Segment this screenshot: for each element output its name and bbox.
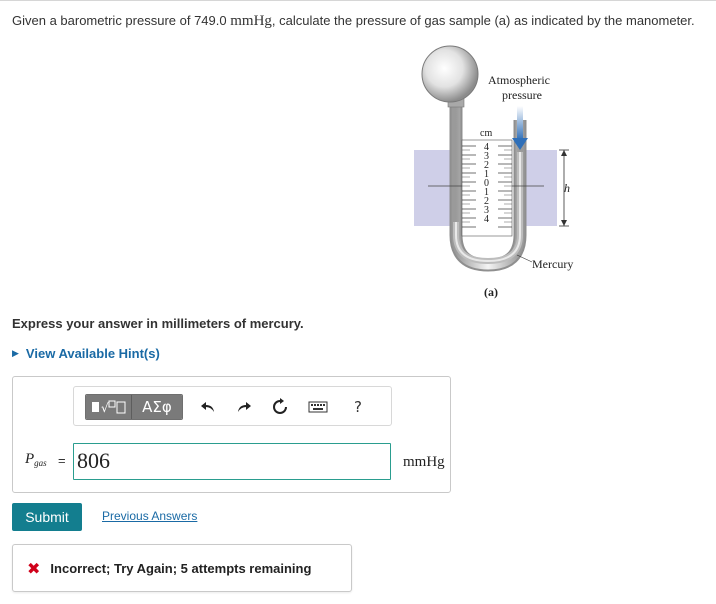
question-prefix: Given a barometric pressure of 749.0 [12,13,227,28]
hint-label: View Available Hint(s) [25,346,160,361]
previous-answers-link[interactable]: Previous Answers [102,509,197,523]
instruction-text: Express your answer in millimeters of me… [12,316,304,331]
scale-unit-label: cm [480,128,492,139]
manometer-diagram: cm 4 3 2 1 0 1 2 3 4 Atmospheric pressur… [414,45,573,299]
caret-right-icon: ▶ [12,348,19,358]
manometer-figure: cm 4 3 2 1 0 1 2 3 4 Atmospheric pressur… [410,40,590,305]
scale-tick-labels: 4 3 2 1 0 1 2 3 4 [484,142,489,225]
variable-main: P [25,451,35,467]
keyboard-icon[interactable] [308,397,328,417]
submit-button[interactable]: Submit [12,503,82,531]
gas-bulb [421,45,479,103]
question-unit: mmHg [230,13,272,29]
atmospheric-arrow-shaft [517,106,523,140]
answer-unit: mmHg [403,454,445,470]
equals-sign: = [58,453,66,468]
help-icon[interactable]: ? [348,397,368,417]
reset-icon[interactable] [270,397,290,417]
h-label: h [564,181,570,195]
question-suffix: , calculate the pressure of gas sample (… [271,13,695,28]
templates-icon[interactable]: √ [86,395,132,419]
figure-caption: (a) [484,285,498,299]
svg-text:√: √ [101,401,109,415]
variable-subscript: gas [34,458,47,468]
undo-icon[interactable] [198,397,218,417]
feedback-message: Incorrect; Try Again; 5 attempts remaini… [50,560,312,576]
incorrect-x-icon: ✖ [27,558,41,578]
scale-tick-label: 4 [484,214,489,225]
answer-panel: √ ΑΣφ ? Pgas = 806 mmHg [12,376,451,493]
toolbar-button-group: √ ΑΣφ [85,394,183,420]
answer-input[interactable]: 806 [73,443,391,480]
atmospheric-label-line2: pressure [502,88,542,102]
top-divider [0,0,716,1]
atmospheric-label-line1: Atmospheric [488,73,550,87]
variable-label: Pgas [25,451,47,468]
redo-icon[interactable] [234,397,254,417]
math-toolbar: √ ΑΣφ ? [73,386,392,426]
feedback-box: ✖ Incorrect; Try Again; 5 attempts remai… [12,544,352,592]
question-text: Given a barometric pressure of 749.0 mmH… [12,13,695,30]
view-hints-link[interactable]: ▶ View Available Hint(s) [12,346,160,361]
greek-symbols-button[interactable]: ΑΣφ [132,395,182,419]
mercury-label: Mercury [532,257,573,271]
